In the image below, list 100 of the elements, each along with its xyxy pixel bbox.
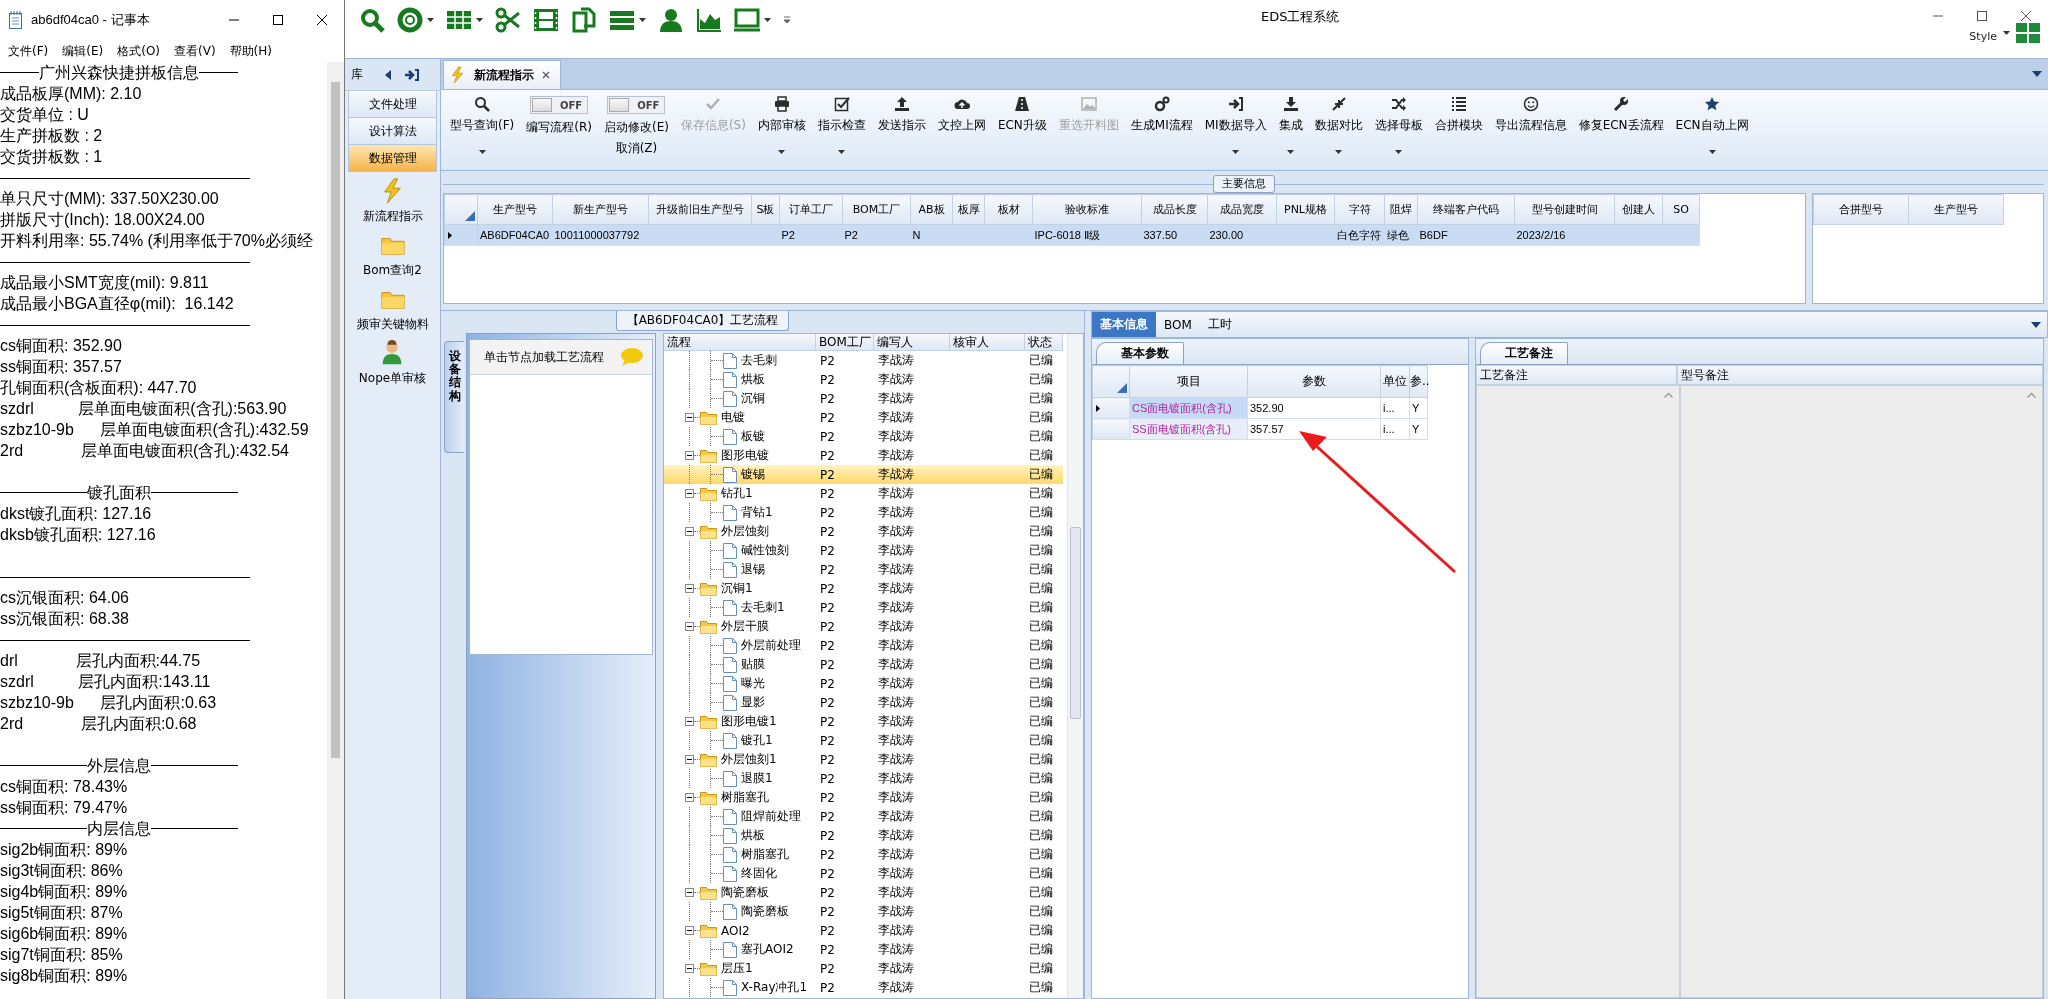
grid-row[interactable]: AB6DF04CA0 10011000037792 P2 P2 N IPC-6018 Ⅱ级 337.50 230.00 白色字符 绿色 B6DF 2023/2/16 [444, 224, 1700, 246]
tab[interactable]: 工时 [1199, 312, 1240, 337]
lifebuoy-icon[interactable] [397, 7, 423, 33]
tab[interactable]: 基本信息 [1092, 312, 1156, 337]
toolbar-button[interactable]: 数据对比 [1314, 90, 1363, 154]
dropdown-icon[interactable] [2031, 321, 2041, 328]
film-icon[interactable] [533, 7, 559, 33]
caret-icon[interactable] [2003, 30, 2010, 35]
caret-icon[interactable] [1708, 150, 1716, 154]
collapse-icon[interactable] [685, 926, 694, 935]
caret-icon[interactable] [478, 150, 486, 154]
column-header[interactable]: 字符 [1334, 194, 1385, 225]
shortcut-label[interactable]: Nope单审核 [358, 370, 427, 387]
caret-icon[interactable] [764, 18, 771, 22]
toolbar-button[interactable]: 修复ECN丢流程 [1578, 90, 1664, 134]
collapse-icon[interactable] [685, 622, 694, 631]
toolbar-button[interactable]: 选择母板 [1374, 90, 1423, 154]
collapse-icon[interactable] [685, 413, 694, 422]
tree-row[interactable]: 镀锡 P2 李战涛 已编 [664, 465, 1063, 484]
column-header[interactable]: BOM工厂 [816, 334, 874, 351]
toolbar-button[interactable]: ECN升级 [997, 90, 1047, 134]
column-header[interactable]: 型号创建时间 [1514, 194, 1615, 225]
scrollbar[interactable] [327, 62, 344, 999]
close-icon[interactable] [316, 14, 328, 26]
column-header[interactable]: 生产型号 [477, 194, 553, 225]
caret-icon[interactable] [476, 18, 483, 22]
toolbar-button[interactable]: 文控上网 [937, 90, 986, 134]
caret-icon[interactable] [1232, 150, 1240, 154]
collapse-icon[interactable] [685, 527, 694, 536]
toolbar-button[interactable]: 合拼模块 [1434, 90, 1483, 134]
column-header[interactable]: 状态 [1025, 334, 1063, 351]
column-header[interactable]: 流程 [664, 334, 816, 351]
maximize-icon[interactable] [1976, 10, 1988, 22]
caret-icon[interactable] [1395, 150, 1403, 154]
column-header[interactable]: 阻焊 [1384, 194, 1418, 225]
column-header[interactable]: PNL规格 [1276, 194, 1335, 225]
column-header[interactable]: 核审人 [950, 334, 1025, 351]
monitor-icon[interactable] [734, 7, 760, 33]
close-icon[interactable] [542, 71, 550, 79]
column-header[interactable]: 板材 [984, 194, 1033, 225]
close-icon[interactable] [2020, 10, 2032, 22]
toolbar-button[interactable]: 指示检查 [817, 90, 866, 154]
caret-icon[interactable] [1287, 150, 1295, 154]
toggle-switch[interactable]: OFF [530, 96, 589, 114]
column-header[interactable]: S板 [751, 194, 780, 225]
column-header[interactable]: 升级前旧生产型号 [648, 194, 752, 225]
caret-icon[interactable] [1335, 150, 1343, 154]
column-header[interactable]: 板厚 [952, 194, 985, 225]
collapse-icon[interactable] [685, 755, 694, 764]
caret-icon[interactable] [838, 150, 846, 154]
sidebar-item[interactable]: 设计算法 [348, 118, 437, 145]
caret-icon[interactable] [778, 150, 786, 154]
column-header[interactable]: BOM工厂 [842, 194, 911, 225]
column-header[interactable]: 新生产型号 [552, 194, 649, 225]
toolbar-button[interactable]: 发送指示 [877, 90, 926, 134]
collapse-icon[interactable] [685, 717, 694, 726]
column-header[interactable]: 型号备注 [1677, 365, 2043, 385]
search-icon[interactable] [359, 7, 385, 33]
toolbar-button[interactable]: 生成MI流程 [1130, 90, 1193, 134]
toggle-label[interactable]: 编写流程(R) [526, 119, 592, 136]
collapse-icon[interactable] [685, 489, 694, 498]
column-header[interactable]: 项目 [1129, 365, 1248, 398]
tiles-icon[interactable] [2016, 22, 2040, 43]
menu-item[interactable]: 帮助(H) [222, 42, 279, 60]
toolbar-button[interactable]: 内部审核 [757, 90, 806, 154]
dropdown-icon[interactable] [2032, 71, 2042, 77]
column-header[interactable]: 工艺备注 [1476, 365, 1677, 385]
collapse-icon[interactable] [685, 451, 694, 460]
shortcut-label[interactable]: Bom查询2 [363, 262, 422, 279]
menu-item[interactable]: 格式(O) [110, 42, 168, 60]
toolbar-button[interactable]: ECN自动上网 [1675, 90, 1749, 154]
column-header[interactable]: 终端客户代码 [1417, 194, 1515, 225]
toggle-label[interactable]: 启动修改(E) [603, 119, 669, 136]
column-header[interactable]: 单位 [1380, 365, 1410, 398]
tab[interactable]: BOM [1156, 312, 1200, 337]
shortcut-label[interactable]: 新流程指示 [362, 208, 423, 225]
panel-tab[interactable]: 工艺备注 [1480, 342, 1568, 364]
caret-icon[interactable] [427, 18, 434, 22]
maximize-icon[interactable] [272, 14, 284, 26]
column-header[interactable]: SO [1662, 194, 1700, 225]
side-tab[interactable]: 设备结构 [444, 341, 464, 453]
scrollbar[interactable] [1067, 334, 1083, 998]
column-header[interactable]: 参数 [1247, 365, 1381, 398]
person-icon[interactable] [658, 7, 684, 33]
collapse-icon[interactable] [685, 793, 694, 802]
scissors-icon[interactable] [495, 7, 521, 33]
column-header[interactable]: 合拼型号 [1813, 194, 1909, 225]
sidebar-item[interactable]: 数据管理 [348, 145, 437, 172]
menu-item[interactable]: 查看(V) [167, 42, 223, 60]
toggle-switch[interactable]: OFF [607, 96, 666, 114]
collapse-icon[interactable] [685, 584, 694, 593]
pin-icon[interactable] [405, 68, 419, 81]
toolbar-button[interactable]: 集成 [1278, 90, 1303, 154]
column-header[interactable]: 验收标准 [1032, 194, 1142, 225]
style-menu[interactable]: Style [1969, 22, 1997, 43]
column-header[interactable]: 订单工厂 [779, 194, 843, 225]
column-header[interactable]: 成品宽度 [1207, 194, 1277, 225]
copy-icon[interactable] [571, 7, 597, 33]
toolbar-button[interactable]: MI数据导入 [1204, 90, 1267, 154]
collapse-icon[interactable] [385, 69, 391, 80]
